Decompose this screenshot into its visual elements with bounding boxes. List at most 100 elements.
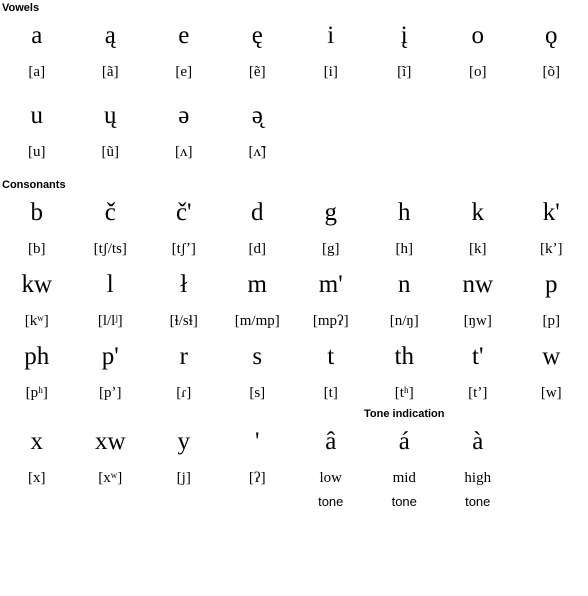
consonant-ipa: [ʔ]	[248, 470, 266, 486]
tone-letter: â	[325, 428, 337, 455]
vowel-ipa: [õ]	[542, 64, 561, 80]
vowels-row-1-letters: a ą e ę i į o ǫ	[0, 15, 588, 57]
vowel-ipa-empty	[368, 137, 442, 167]
consonant-ipa: [d]	[248, 241, 267, 257]
vowel-ipa: [ĩ]	[397, 64, 412, 80]
vowel-letter: ų	[104, 102, 117, 129]
consonant-ipa: [ɬ/sɬ]	[169, 313, 198, 329]
consonant-ipa: [ɾ]	[176, 385, 192, 401]
consonant-letter: x	[30, 428, 44, 455]
consonants-row-1-ipa: [b] [tʃ/ts] [tʃʼ] [d] [g] [h] [k] [kʼ]	[0, 234, 588, 264]
section-heading-consonants: Consonants	[2, 179, 66, 191]
consonant-ipa: [w]	[540, 385, 562, 401]
vowels-row-2-ipa: [u] [ũ] [ʌ] [ʌ̃]	[0, 137, 588, 167]
vowel-ipa: [ũ]	[101, 144, 120, 160]
consonant-letter: y	[177, 428, 191, 455]
consonant-letter: k	[471, 199, 485, 226]
tone-heading-row: Tone indication	[0, 408, 588, 421]
vowel-letter: ǫ	[545, 22, 558, 49]
consonants-row-2-ipa: [kʷ] [l/lʲ] [ɬ/sɬ] [m/mp] [mpʔ] [n/ŋ] [ŋ…	[0, 306, 588, 336]
consonant-letter: xw	[94, 428, 126, 455]
alphabet-chart: Vowels a ą e ę i į o ǫ [a] [ã] [e] [ẽ] […	[0, 0, 588, 596]
tone-letter: à	[472, 428, 484, 455]
consonant-letter: ph	[24, 343, 50, 370]
consonant-letter: w	[542, 343, 561, 370]
consonant-letter-empty	[515, 421, 588, 463]
vowel-letter: a	[31, 22, 43, 49]
consonant-ipa: [k]	[469, 241, 487, 257]
vowel-ipa: [ã]	[101, 64, 119, 80]
consonant-ipa: [j]	[176, 470, 191, 486]
consonant-letter: nw	[462, 271, 494, 298]
vowel-letter: o	[471, 22, 485, 49]
consonant-letter: kw	[21, 271, 53, 298]
consonant-letter: k'	[542, 199, 560, 226]
vowel-ipa-empty	[441, 137, 515, 167]
consonant-ipa: [l/lʲ]	[97, 313, 123, 329]
consonant-letter: l	[106, 271, 114, 298]
consonant-letter: m	[247, 271, 267, 298]
row-spacer	[0, 87, 588, 95]
vowel-letter: e	[178, 22, 190, 49]
consonant-ipa: [tʰ]	[394, 385, 414, 401]
consonant-ipa-empty	[515, 463, 588, 493]
consonant-letter: č	[104, 199, 116, 226]
vowel-ipa-empty	[294, 137, 368, 167]
consonant-letter: '	[254, 428, 260, 455]
consonant-letter: r	[179, 343, 188, 370]
vowels-row-1-ipa: [a] [ã] [e] [ẽ] [i] [ĩ] [o] [õ]	[0, 57, 588, 87]
consonant-ipa: [x]	[28, 470, 46, 486]
vowel-letter: ę	[251, 22, 263, 49]
tone-label-line1: low	[319, 470, 343, 486]
tone-label-row-2: tone tone tone	[0, 493, 588, 511]
tone-label-line2: tone	[318, 494, 344, 509]
consonant-letter: p'	[101, 343, 119, 370]
consonant-ipa: [t]	[323, 385, 338, 401]
tone-letter: á	[398, 428, 410, 455]
vowel-ipa-empty	[515, 137, 588, 167]
consonant-letter: th	[394, 343, 414, 370]
consonant-ipa: [pʼ]	[99, 385, 122, 401]
vowel-letter-empty	[294, 95, 368, 137]
consonant-letter: p	[545, 271, 558, 298]
tone-label-line2: tone	[465, 494, 491, 509]
consonant-letter: t'	[472, 343, 484, 370]
vowel-ipa: [ẽ]	[248, 64, 266, 80]
consonant-ipa: [kʷ]	[24, 313, 49, 329]
vowel-letter: į	[400, 22, 408, 49]
vowel-ipa: [a]	[28, 64, 46, 80]
vowel-letter-empty	[441, 95, 515, 137]
tone-label-line1: mid	[392, 470, 416, 486]
consonant-ipa: [ŋw]	[463, 313, 492, 329]
consonant-ipa: [p]	[542, 313, 561, 329]
consonant-ipa: [xʷ]	[98, 470, 123, 486]
vowel-letter-empty	[515, 95, 588, 137]
consonant-ipa: [pʰ]	[25, 385, 48, 401]
tone-label-line1: high	[464, 470, 492, 486]
vowel-ipa: [ʌ]	[175, 144, 193, 160]
consonant-letter: b	[30, 199, 44, 226]
section-heading-tone: Tone indication	[364, 408, 445, 420]
consonant-ipa: [tʼ]	[468, 385, 488, 401]
vowel-ipa: [i]	[323, 64, 338, 80]
consonant-letter: č'	[175, 199, 192, 226]
consonants-row-1-letters: b č č' d g h k k'	[0, 192, 588, 234]
consonant-letter: m'	[318, 271, 343, 298]
consonant-ipa: [tʃ/ts]	[93, 241, 127, 257]
consonant-ipa: [n/ŋ]	[389, 313, 419, 329]
vowel-ipa: [e]	[175, 64, 193, 80]
consonant-ipa: [m/mp]	[234, 313, 280, 329]
vowels-row-2-letters: u ų ə ə̨	[0, 95, 588, 137]
consonant-ipa: [h]	[395, 241, 414, 257]
consonant-ipa: [g]	[322, 241, 340, 257]
consonants-row-4-ipa: [x] [xʷ] [j] [ʔ] low mid high	[0, 463, 588, 493]
consonant-ipa: [mpʔ]	[312, 313, 349, 329]
tone-label-line2: tone	[391, 494, 417, 509]
consonant-letter: t	[327, 343, 335, 370]
consonants-row-4-letters: x xw y ' â á à	[0, 421, 588, 463]
consonant-ipa: [tʃʼ]	[171, 241, 196, 257]
vowel-letter: i	[327, 22, 335, 49]
vowel-ipa: [ʌ̃]	[248, 144, 267, 160]
vowel-letter: ə	[178, 102, 190, 129]
